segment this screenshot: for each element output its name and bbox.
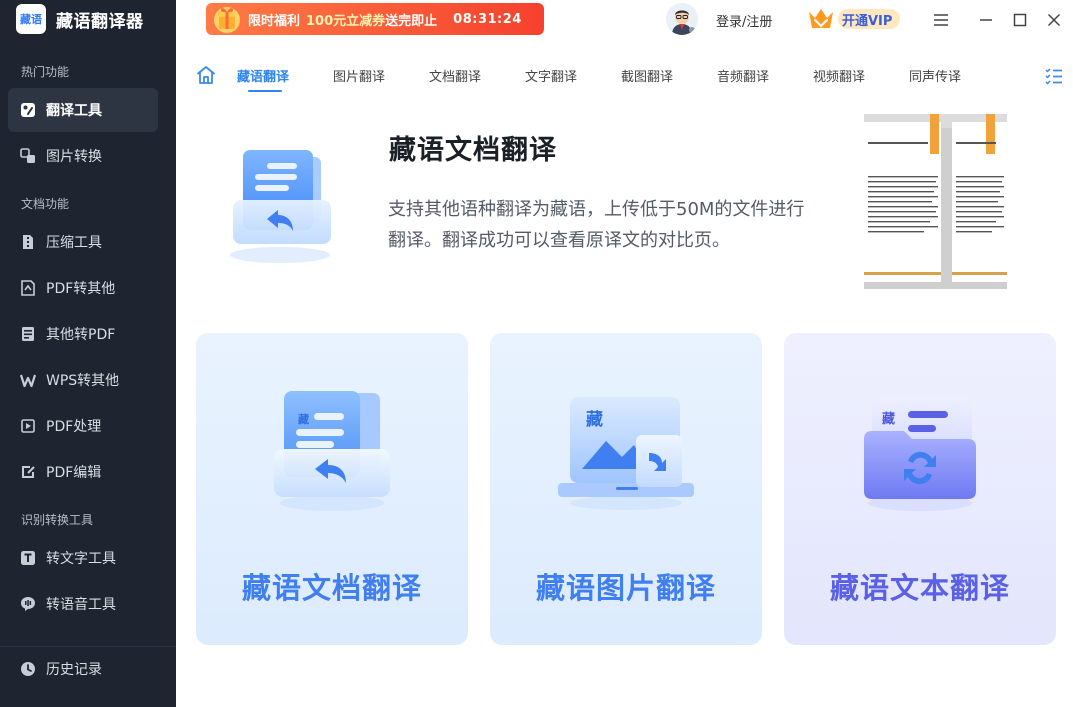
section-label-hot: 热门功能 (21, 65, 70, 79)
compress-icon (20, 234, 36, 250)
gift-icon (214, 7, 240, 33)
sidebar-item-label: 翻译工具 (46, 103, 102, 119)
active-tab-indicator (248, 90, 282, 92)
crown-icon (809, 9, 833, 28)
minimize-icon[interactable] (976, 10, 996, 30)
image-translate-icon: 藏 (558, 397, 694, 510)
sidebar-item-label: PDF编辑 (46, 465, 102, 481)
sidebar-item-wps[interactable]: WPS转其他 (8, 358, 158, 402)
promo-banner[interactable]: 限时福利 100元立减券送完即止 08:31:24 (206, 3, 544, 35)
svg-text:藏: 藏 (586, 410, 603, 430)
sidebar-item-image-convert[interactable]: 图片转换 (8, 134, 158, 178)
sidebar-item-voice-tool[interactable]: 转语音工具 (8, 582, 158, 626)
sidebar-item-label: 图片转换 (46, 149, 102, 165)
card-tibetan-text-translate[interactable]: 藏 藏语文本翻译 (784, 333, 1056, 645)
card-tibetan-document-translate[interactable]: 藏 藏语文档翻译 (196, 333, 468, 645)
pdf-export-icon (20, 280, 36, 296)
card-title: 藏语图片翻译 (535, 571, 716, 605)
app-title: 藏语翻译器 (56, 11, 144, 32)
sidebar-item-label: 压缩工具 (46, 235, 102, 251)
voice-tool-icon (20, 596, 36, 612)
translate-icon (20, 102, 36, 118)
history-icon (20, 661, 36, 677)
tab-screenshot-translate[interactable]: 截图翻译 (621, 66, 673, 85)
tab-tibetan-translate[interactable]: 藏语翻译 (237, 66, 289, 85)
promo-countdown: 08:31:24 (453, 11, 522, 27)
sidebar-item-translate-tool[interactable]: 翻译工具 (8, 88, 158, 132)
sidebar-item-label: PDF处理 (46, 419, 102, 435)
text-translate-icon: 藏 (864, 397, 976, 511)
wps-icon (20, 372, 36, 388)
hero-title: 藏语文档翻译 (389, 135, 557, 166)
section-label-recognize: 识别转换工具 (21, 513, 94, 527)
tab-document-translate[interactable]: 文档翻译 (429, 66, 481, 85)
vip-button[interactable]: 开通VIP (806, 4, 906, 34)
hero-description: 支持其他语种翻译为藏语，上传低于50M的文件进行翻译。翻译成功可以查看原译文的对… (388, 199, 805, 251)
sidebar-item-text-tool[interactable]: 转文字工具 (8, 536, 158, 580)
card-title: 藏语文档翻译 (241, 571, 422, 605)
promo-text: 限时福利 (248, 13, 301, 29)
sidebar-item-label: PDF转其他 (46, 281, 116, 297)
checklist-icon[interactable] (1044, 66, 1064, 86)
comparison-preview-image[interactable] (864, 114, 1007, 289)
sidebar-item-compress[interactable]: 压缩工具 (8, 220, 158, 264)
sidebar-item-label: 其他转PDF (46, 327, 116, 343)
pdf-edit-icon (20, 464, 36, 480)
tab-image-translate[interactable]: 图片翻译 (333, 66, 385, 85)
document-translate-icon: 藏 (274, 391, 390, 511)
card-tibetan-image-translate[interactable]: 藏 藏语图片翻译 (490, 333, 762, 645)
vip-label: 开通VIP (838, 9, 901, 29)
image-convert-icon (20, 148, 36, 164)
sidebar-item-label: WPS转其他 (46, 373, 120, 389)
tab-simultaneous-translate[interactable]: 同声传译 (909, 66, 961, 85)
title-bar: 限时福利 100元立减券送完即止 08:31:24 登录/注册 开通VIP (176, 0, 1073, 40)
to-pdf-icon (20, 326, 36, 342)
brand: 藏语 藏语翻译器 (16, 4, 144, 34)
tab-audio-translate[interactable]: 音频翻译 (717, 66, 769, 85)
document-translate-illustration (230, 150, 331, 263)
sidebar-item-to-pdf[interactable]: 其他转PDF (8, 312, 158, 356)
tab-text-translate[interactable]: 文字翻译 (525, 66, 577, 85)
sidebar-item-history[interactable]: 历史记录 (0, 646, 176, 690)
maximize-icon[interactable] (1010, 10, 1030, 30)
tab-bar: 藏语翻译 图片翻译 文档翻译 文字翻译 截图翻译 音频翻译 视频翻译 同声传译 (176, 56, 1073, 96)
login-register-link[interactable]: 登录/注册 (716, 11, 772, 30)
menu-icon[interactable] (931, 10, 951, 30)
home-icon[interactable] (195, 64, 217, 86)
sidebar-item-pdf-process[interactable]: PDF处理 (8, 404, 158, 448)
sidebar: 藏语 藏语翻译器 热门功能 翻译工具 图片转换 文档功能 压缩工具 PDF转其他… (0, 0, 176, 707)
sidebar-item-label: 转语音工具 (46, 597, 116, 613)
pdf-process-icon (20, 418, 36, 434)
svg-text:藏: 藏 (298, 412, 309, 426)
sidebar-item-pdf-edit[interactable]: PDF编辑 (8, 450, 158, 494)
tab-video-translate[interactable]: 视频翻译 (813, 66, 865, 85)
sidebar-item-label: 历史记录 (46, 661, 102, 678)
card-title: 藏语文本翻译 (829, 571, 1010, 605)
close-icon[interactable] (1044, 10, 1064, 30)
promo-amount: 100元立减券送完即止 (306, 13, 438, 29)
text-tool-icon (20, 550, 36, 566)
app-logo: 藏语 (16, 4, 46, 34)
section-label-doc: 文档功能 (21, 197, 70, 211)
sidebar-item-pdf-export[interactable]: PDF转其他 (8, 266, 158, 310)
svg-text:藏: 藏 (882, 411, 895, 427)
sidebar-item-label: 转文字工具 (46, 551, 116, 567)
avatar[interactable] (666, 3, 698, 35)
